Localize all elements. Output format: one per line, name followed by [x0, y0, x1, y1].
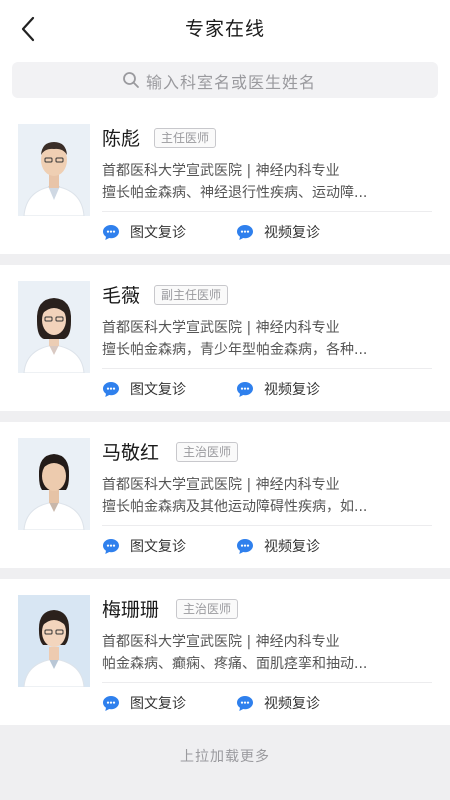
doctor-avatar — [18, 595, 90, 687]
chat-bubble-icon — [102, 695, 120, 712]
doctor-card[interactable]: 马敬红 主治医师 首都医科大学宣武医院 | 神经内科专业 擅长帕金森病及其他运动… — [0, 422, 450, 568]
text-consult-label: 图文复诊 — [130, 696, 186, 712]
doctor-card[interactable]: 陈彪 主任医师 首都医科大学宣武医院 | 神经内科专业 擅长帕金森病、神经退行性… — [0, 108, 450, 254]
nav-bar: 专家在线 — [0, 0, 450, 56]
chat-bubble-icon — [236, 224, 254, 241]
doctor-hospital: 首都医科大学宣武医院 | 神经内科专业 — [102, 477, 340, 493]
doctor-name: 毛薇 — [102, 285, 141, 307]
search-placeholder: 输入科室名或医生姓名 — [146, 73, 317, 92]
video-consult-label: 视频复诊 — [264, 539, 320, 555]
divider — [102, 368, 432, 369]
search-icon — [122, 71, 140, 89]
doctor-hospital: 首都医科大学宣武医院 | 神经内科专业 — [102, 163, 340, 179]
chat-bubble-icon — [236, 381, 254, 398]
chat-bubble-icon — [102, 381, 120, 398]
doctor-card[interactable]: 毛薇 副主任医师 首都医科大学宣武医院 | 神经内科专业 擅长帕金森病，青少年型… — [0, 265, 450, 411]
video-consult-label: 视频复诊 — [264, 225, 320, 241]
doctor-name: 陈彪 — [102, 128, 141, 150]
text-consult-label: 图文复诊 — [130, 382, 186, 398]
doctor-name: 梅珊珊 — [102, 599, 160, 621]
chat-bubble-icon — [102, 224, 120, 241]
doctor-hospital: 首都医科大学宣武医院 | 神经内科专业 — [102, 320, 340, 336]
chat-bubble-icon — [236, 538, 254, 555]
doctor-avatar — [18, 281, 90, 373]
search-bar: 输入科室名或医生姓名 — [0, 56, 450, 108]
doctor-expertise: 擅长帕金森病，青少年型帕金森病，各种... — [102, 342, 368, 358]
divider — [102, 525, 432, 526]
doctor-avatar — [18, 124, 90, 216]
doctor-avatar — [18, 438, 90, 530]
divider — [102, 211, 432, 212]
doctor-title-badge: 主治医师 — [176, 599, 239, 619]
doctor-hospital: 首都医科大学宣武医院 | 神经内科专业 — [102, 634, 340, 650]
text-consult-label: 图文复诊 — [130, 539, 186, 555]
doctor-title-badge: 副主任医师 — [154, 285, 229, 305]
doctor-expertise: 擅长帕金森病、神经退行性疾病、运动障... — [102, 185, 368, 201]
video-consult-label: 视频复诊 — [264, 382, 320, 398]
page-title: 专家在线 — [184, 18, 265, 40]
doctor-name: 马敬红 — [102, 442, 160, 464]
search-input[interactable]: 输入科室名或医生姓名 — [12, 62, 438, 98]
doctor-title-badge: 主任医师 — [154, 128, 217, 148]
doctor-title-badge: 主治医师 — [176, 442, 239, 462]
doctor-expertise: 擅长帕金森病及其他运动障碍性疾病，如... — [102, 499, 368, 515]
load-more-hint: 上拉加载更多 — [180, 749, 270, 765]
text-consult-label: 图文复诊 — [130, 225, 186, 241]
divider — [102, 682, 432, 683]
chat-bubble-icon — [102, 538, 120, 555]
chat-bubble-icon — [236, 695, 254, 712]
doctor-expertise: 帕金森病、癫痫、疼痛、面肌痉挛和抽动... — [102, 656, 368, 672]
doctor-card[interactable]: 梅珊珊 主治医师 首都医科大学宣武医院 | 神经内科专业 帕金森病、癫痫、疼痛、… — [0, 579, 450, 725]
video-consult-label: 视频复诊 — [264, 696, 320, 712]
